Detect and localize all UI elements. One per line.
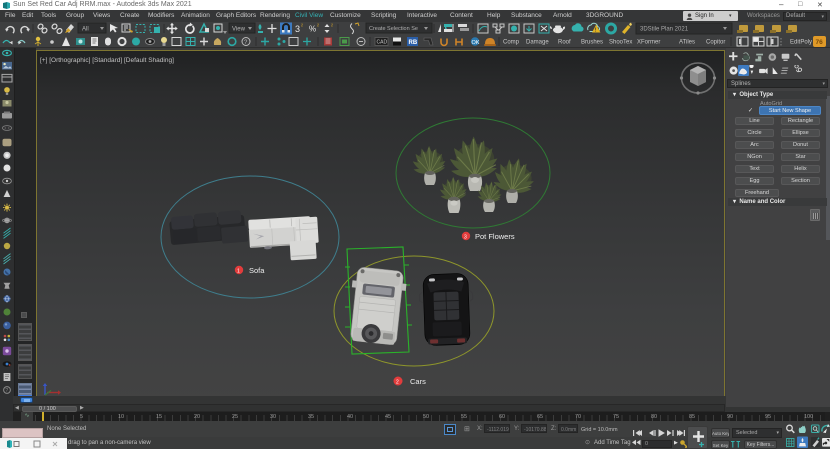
svg-text:Damage: Damage (526, 40, 549, 46)
svg-text:2: 2 (396, 380, 399, 386)
svg-text:OK: OK (472, 40, 480, 46)
svg-text:XFormer: XFormer (637, 40, 660, 46)
svg-text:3: 3 (295, 24, 300, 34)
svg-text:Create Selection Se: Create Selection Se (369, 26, 418, 32)
svg-text:CAD: CAD (377, 40, 388, 46)
svg-text:View: View (232, 27, 246, 33)
svg-text:RB: RB (409, 40, 418, 46)
svg-text:?: ? (5, 388, 8, 394)
svg-text:1: 1 (237, 269, 240, 275)
svg-text:ShooTex: ShooTex (609, 40, 632, 46)
svg-text:²: ² (301, 24, 303, 30)
svg-text:All: All (82, 27, 89, 33)
svg-text:Roof: Roof (558, 40, 571, 46)
svg-text:!: ! (595, 28, 597, 34)
svg-text:Copitor: Copitor (706, 40, 725, 46)
svg-text:Sofa: Sofa (249, 266, 265, 275)
svg-text:Cars: Cars (410, 377, 426, 386)
svg-text:76: 76 (816, 39, 824, 46)
svg-text:Comp: Comp (503, 40, 520, 46)
svg-text:Pot Flowers: Pot Flowers (475, 232, 515, 241)
svg-text:EditPoly: EditPoly (790, 40, 812, 46)
svg-text:3: 3 (464, 235, 467, 241)
svg-text:%: % (309, 25, 316, 34)
svg-text:Brushes: Brushes (581, 40, 603, 46)
svg-text:²: ² (331, 24, 333, 30)
svg-text:²: ² (317, 24, 319, 30)
svg-text:3DStile Plan 2021: 3DStile Plan 2021 (640, 27, 689, 33)
svg-text:ATiles: ATiles (679, 40, 695, 46)
